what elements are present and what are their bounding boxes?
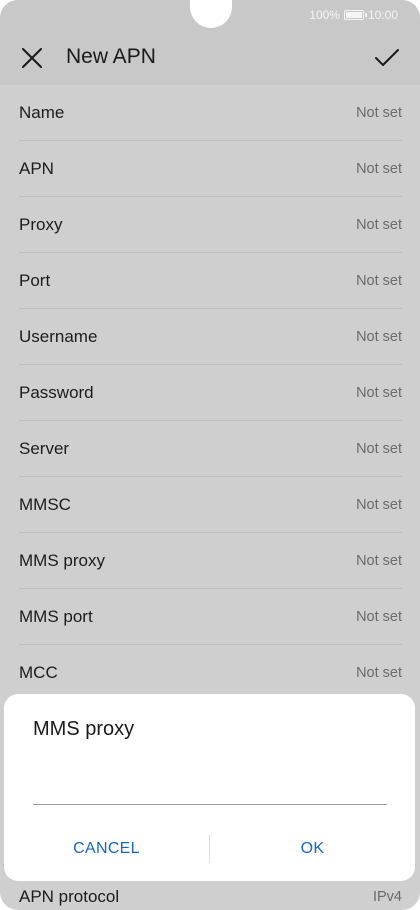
field-value: Not set	[356, 497, 402, 513]
mms-proxy-input[interactable]	[33, 752, 387, 805]
dialog-title: MMS proxy	[33, 718, 135, 740]
field-value: Not set	[356, 105, 402, 121]
field-value: Not set	[356, 553, 402, 569]
close-button[interactable]	[18, 44, 46, 72]
field-label: Name	[19, 103, 65, 122]
page-title: New APN	[66, 45, 156, 68]
field-value: Not set	[356, 385, 402, 401]
field-label: MMS proxy	[19, 551, 105, 570]
status-bar: 100% 10:00	[0, 0, 420, 30]
save-button[interactable]	[372, 44, 402, 72]
apn-field-list: Name Not set APN Not set Proxy Not set Port Not…	[0, 85, 420, 701]
field-label: MMSC	[19, 495, 71, 514]
battery-icon	[343, 10, 367, 20]
dialog-button-bar: CANCEL OK	[4, 826, 415, 872]
phone-screen: 100% 10:00 New APN Name Not set APN Not set…	[0, 0, 420, 910]
apn-field-row[interactable]: APN Not set	[0, 141, 420, 197]
apn-field-row[interactable]: Server Not set	[0, 421, 420, 477]
apn-field-row[interactable]: Password Not set	[0, 365, 420, 421]
ok-button[interactable]: OK	[210, 826, 415, 872]
apn-field-row[interactable]: MMSC Not set	[0, 477, 420, 533]
field-value: Not set	[356, 665, 402, 681]
field-label: Username	[19, 327, 98, 346]
field-label: MMS port	[19, 607, 93, 626]
apn-field-row[interactable]: MMS proxy Not set	[0, 533, 420, 589]
field-value: Not set	[356, 609, 402, 625]
field-label: Password	[19, 383, 94, 402]
close-icon	[22, 48, 42, 68]
apn-field-row[interactable]: Proxy Not set	[0, 197, 420, 253]
field-label: Server	[19, 439, 70, 458]
apn-field-row[interactable]: Username Not set	[0, 309, 420, 365]
apn-protocol-value: IPv4	[372, 889, 402, 905]
field-value: Not set	[356, 161, 402, 177]
apn-field-row[interactable]: MMS port Not set	[0, 589, 420, 645]
field-value: Not set	[356, 273, 402, 289]
battery-percent: 100%	[309, 8, 340, 22]
field-label: Proxy	[19, 215, 63, 234]
field-value: Not set	[356, 217, 402, 233]
camera-notch	[190, 0, 232, 28]
cancel-button[interactable]: CANCEL	[4, 826, 209, 872]
app-bar: New APN	[0, 30, 420, 85]
status-indicators: 100% 10:00	[309, 8, 398, 22]
field-label: APN	[19, 159, 54, 178]
battery-fill	[345, 12, 362, 18]
field-value: Not set	[356, 441, 402, 457]
field-label: MCC	[19, 663, 58, 682]
apn-field-row[interactable]: Port Not set	[0, 253, 420, 309]
apn-protocol-label: APN protocol	[19, 887, 120, 906]
field-value: Not set	[356, 329, 402, 345]
mms-proxy-dialog: MMS proxy CANCEL OK	[4, 694, 415, 881]
check-icon	[375, 49, 399, 66]
field-label: Port	[19, 271, 51, 290]
apn-field-row[interactable]: MCC Not set	[0, 645, 420, 701]
clock: 10:00	[367, 8, 398, 22]
apn-field-row[interactable]: Name Not set	[0, 85, 420, 141]
apn-protocol-row[interactable]: APN protocol IPv4	[0, 880, 420, 910]
